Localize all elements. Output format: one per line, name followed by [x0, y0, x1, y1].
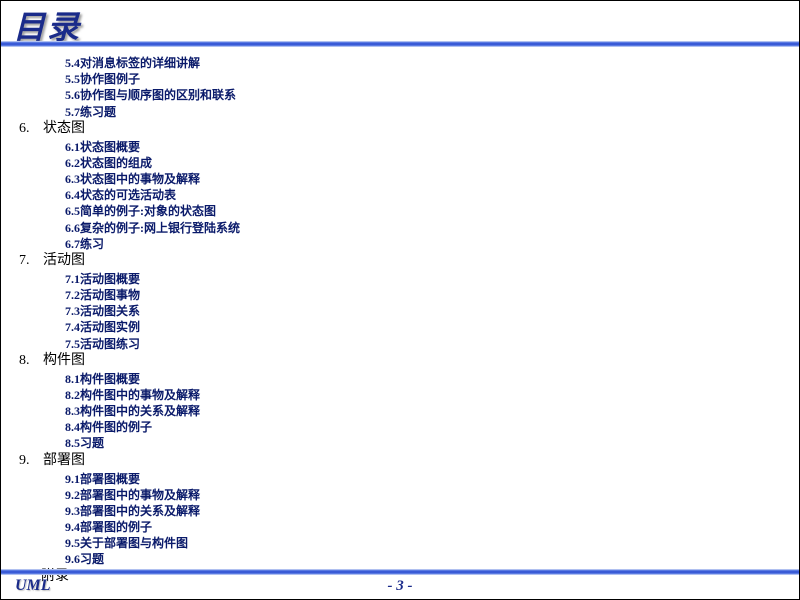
toc-chapter: 7.活动图 — [19, 252, 799, 271]
toc-sub: 9.4部署图的例子 — [65, 519, 799, 535]
toc-sub: 5.7练习题 — [65, 104, 799, 120]
toc-sub: 6.7练习 — [65, 236, 799, 252]
header-divider — [1, 41, 799, 47]
chapter-number: 9. — [19, 452, 43, 471]
toc-sub: 6.3状态图中的事物及解释 — [65, 171, 799, 187]
toc-sub: 7.5活动图练习 — [65, 336, 799, 352]
toc-sub: 9.3部署图中的关系及解释 — [65, 503, 799, 519]
chapter-number: 6. — [19, 120, 43, 139]
page-number: - 3 - — [1, 578, 799, 595]
chapter-title: 部署图 — [43, 453, 85, 468]
chapter-title: 构件图 — [43, 353, 85, 368]
toc-sub: 6.1状态图概要 — [65, 139, 799, 155]
toc-sub: 6.6复杂的例子:网上银行登陆系统 — [65, 220, 799, 236]
toc-sub: 9.5关于部署图与构件图 — [65, 535, 799, 551]
toc-sub: 8.4构件图的例子 — [65, 419, 799, 435]
toc-sub: 7.4活动图实例 — [65, 319, 799, 335]
toc-sub: 7.2活动图事物 — [65, 287, 799, 303]
chapter-title: 活动图 — [43, 253, 85, 268]
toc-sub: 8.5习题 — [65, 435, 799, 451]
slide-footer: UML - 3 - — [1, 569, 799, 599]
toc-sub: 7.3活动图关系 — [65, 303, 799, 319]
toc-chapter: 6.状态图 — [19, 120, 799, 139]
toc-sub: 8.3构件图中的关系及解释 — [65, 403, 799, 419]
chapter-title: 状态图 — [43, 121, 85, 136]
toc-sub: 6.5简单的例子:对象的状态图 — [65, 203, 799, 219]
toc-sub: 6.4状态的可选活动表 — [65, 187, 799, 203]
footer-divider — [1, 569, 799, 575]
slide-header: 目录 — [1, 1, 799, 49]
chapter-number: 7. — [19, 252, 43, 271]
chapter-number: 8. — [19, 352, 43, 371]
toc-sub: 5.5协作图例子 — [65, 71, 799, 87]
toc-sub: 5.4对消息标签的详细讲解 — [65, 55, 799, 71]
toc-sub: 8.2构件图中的事物及解释 — [65, 387, 799, 403]
toc-sub: 8.1构件图概要 — [65, 371, 799, 387]
toc-sub: 5.6协作图与顺序图的区别和联系 — [65, 87, 799, 103]
toc-sub: 7.1活动图概要 — [65, 271, 799, 287]
toc-content: 5.4对消息标签的详细讲解 5.5协作图例子 5.6协作图与顺序图的区别和联系 … — [1, 49, 799, 587]
toc-sub: 9.6习题 — [65, 551, 799, 567]
toc-chapter: 9.部署图 — [19, 452, 799, 471]
toc-chapter: 8.构件图 — [19, 352, 799, 371]
toc-sub: 6.2状态图的组成 — [65, 155, 799, 171]
toc-sub: 9.1部署图概要 — [65, 471, 799, 487]
toc-sub: 9.2部署图中的事物及解释 — [65, 487, 799, 503]
